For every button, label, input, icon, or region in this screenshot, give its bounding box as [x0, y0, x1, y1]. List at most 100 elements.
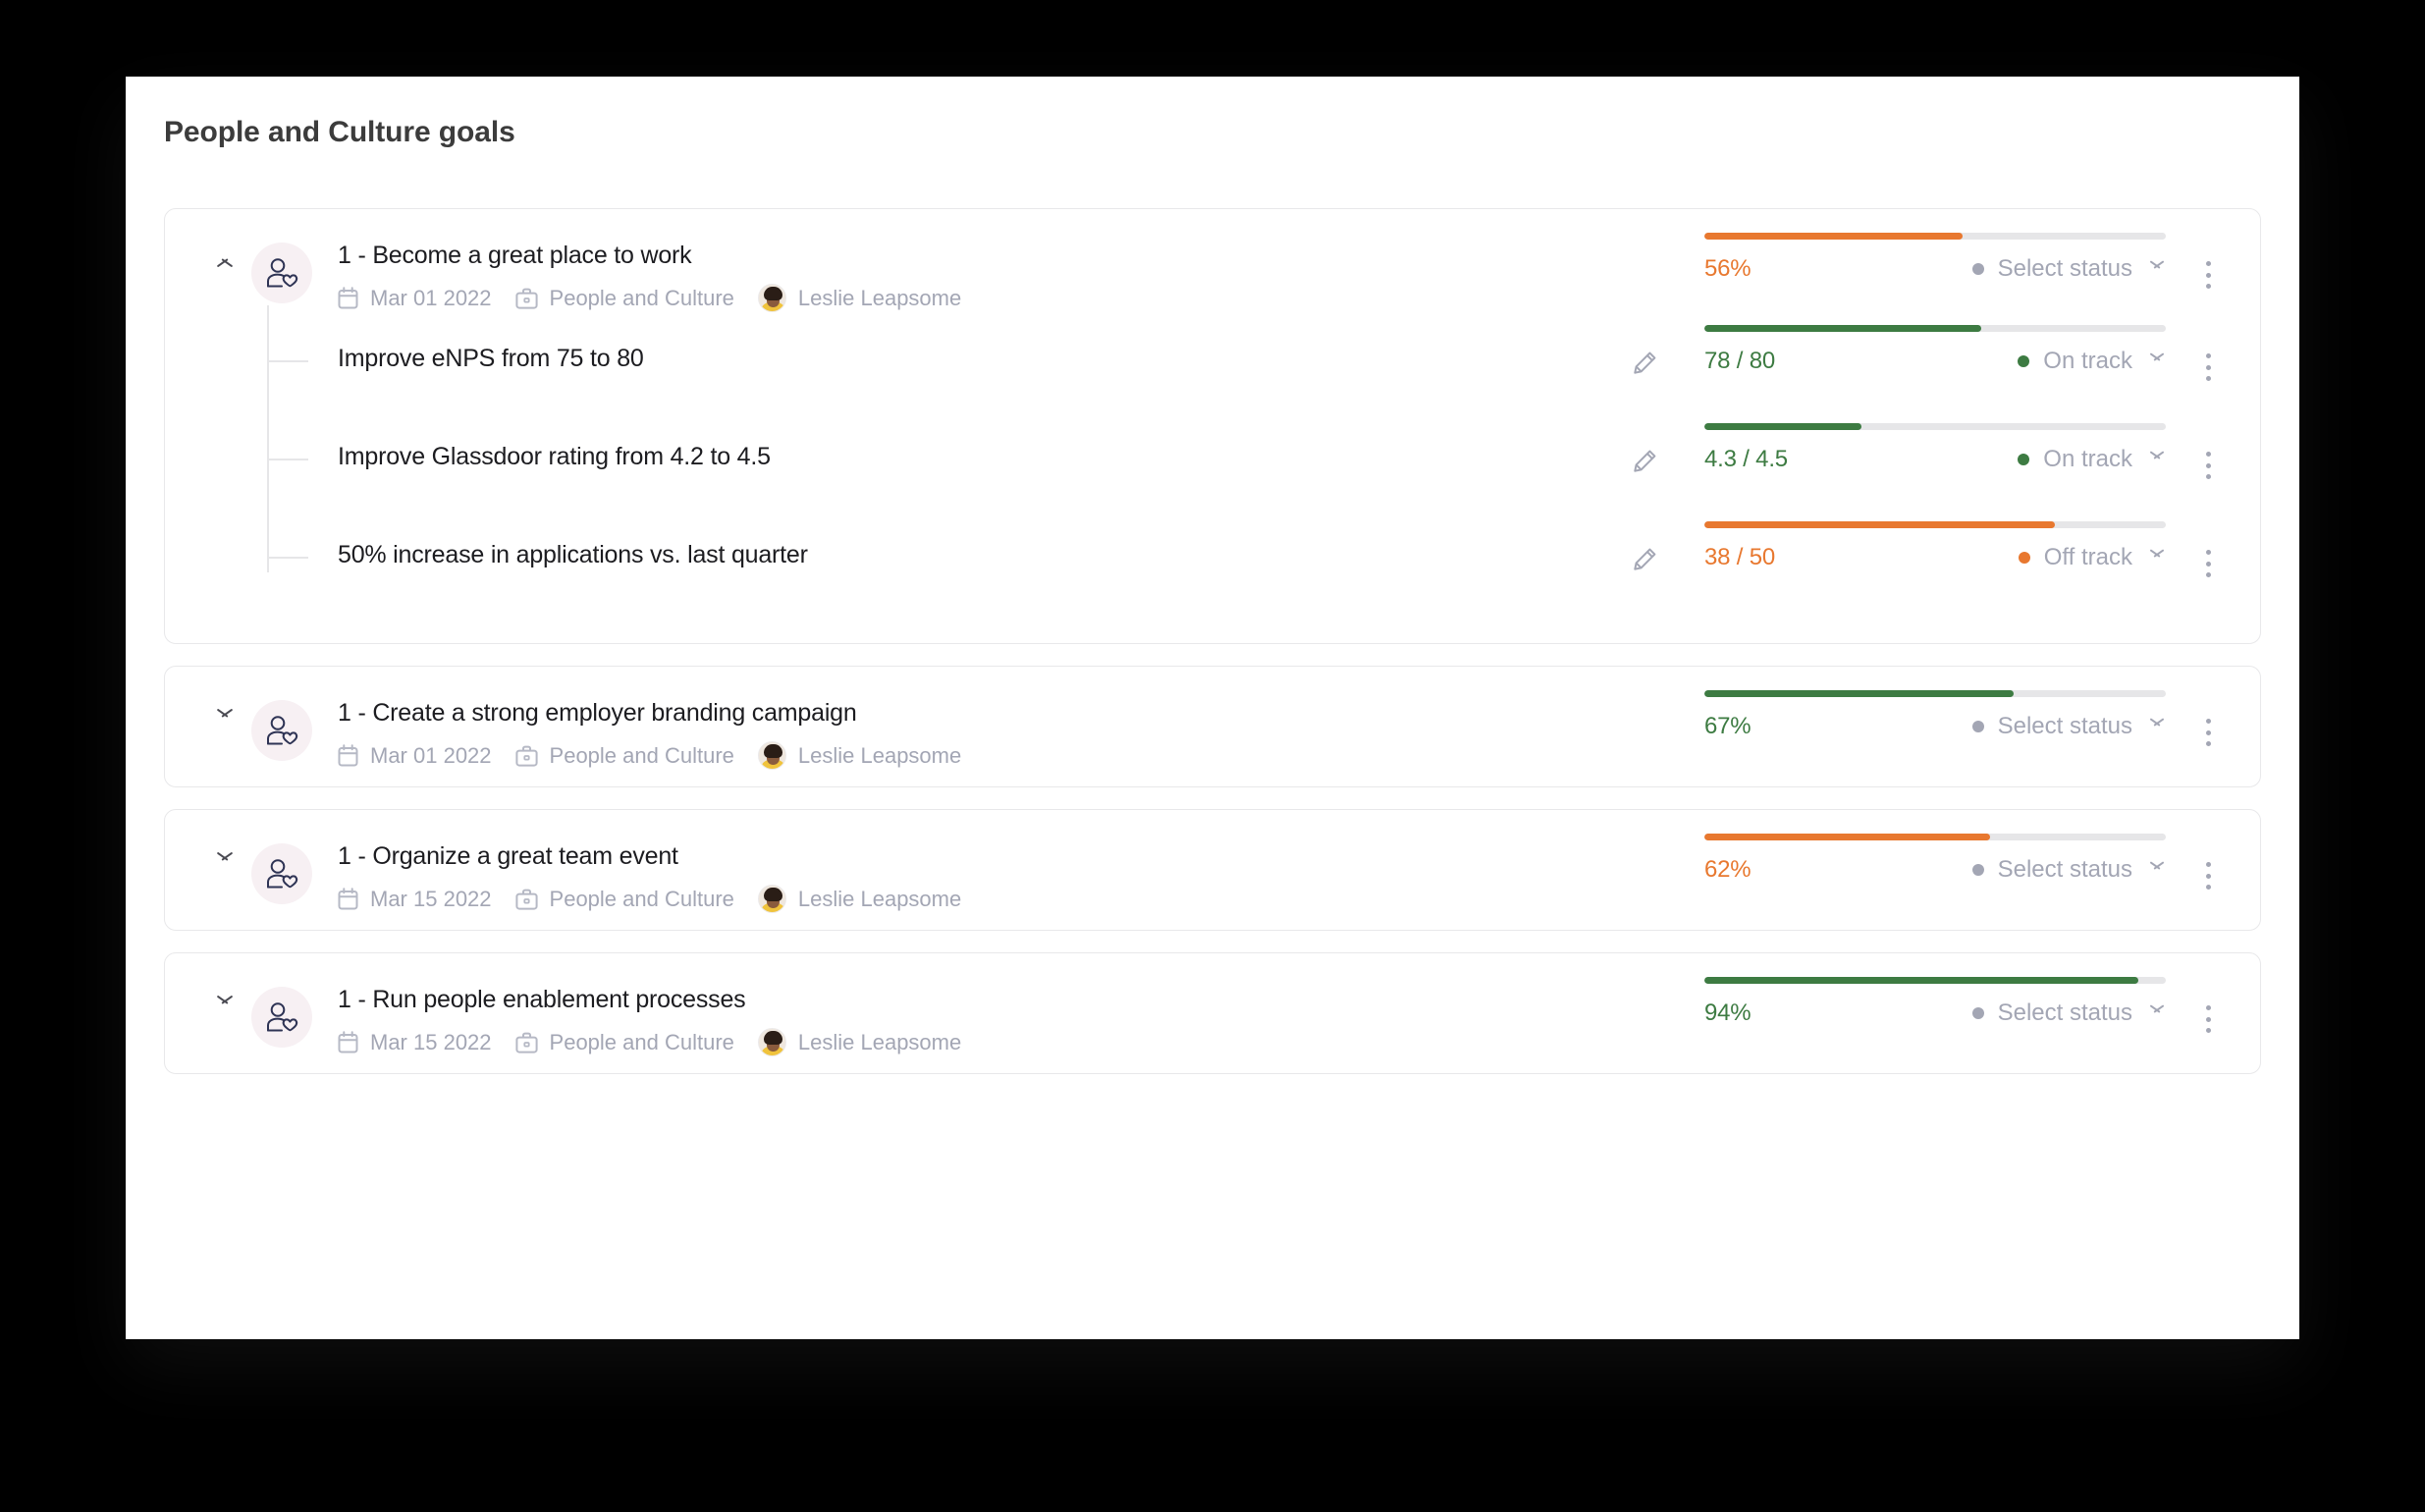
goal-progress-block: 67% Select status — [1704, 690, 2166, 740]
person-heart-icon — [251, 243, 312, 303]
subgoal-progress-block: 78 / 80 On track — [1704, 325, 2166, 375]
kebab-dot — [2205, 1016, 2211, 1022]
goal-team: People and Culture — [514, 886, 734, 912]
goal-due-date: Mar 01 2022 — [338, 743, 492, 769]
tree-branch — [267, 459, 308, 460]
status-dropdown[interactable]: Select status — [1971, 999, 2166, 1027]
status-dropdown[interactable]: Off track — [2018, 544, 2166, 571]
progress-bar — [1704, 521, 2166, 528]
calendar-icon — [338, 287, 358, 309]
goal-team-label: People and Culture — [549, 285, 734, 310]
progress-bar-fill — [1704, 423, 1861, 430]
progress-value: 62% — [1704, 856, 1751, 883]
kebab-dot — [2205, 353, 2211, 358]
goal-meta: Mar 01 2022 People and Culture Leslie Le… — [338, 741, 2260, 770]
kebab-dot — [2205, 561, 2211, 567]
status-dropdown[interactable]: Select status — [1971, 713, 2166, 740]
status-dot-icon — [1971, 864, 1984, 876]
subgoal-title: Improve eNPS from 75 to 80 — [338, 345, 644, 372]
briefcase-icon — [514, 288, 538, 309]
goal-header-row: 1 - Create a strong employer branding ca… — [165, 667, 2260, 786]
goal-expand-toggle-3[interactable] — [198, 983, 251, 1010]
edit-pencil-icon[interactable] — [1630, 349, 1659, 383]
goal-card[interactable]: 1 - Organize a great team event Mar 15 2… — [164, 809, 2261, 931]
progress-bar-fill — [1704, 690, 2014, 697]
goal-team: People and Culture — [514, 1029, 734, 1055]
progress-bar — [1704, 233, 2166, 240]
subgoal-more-menu-button[interactable] — [2195, 449, 2221, 482]
goal-expand-toggle-0[interactable] — [198, 239, 251, 266]
goal-header-row: 1 - Run people enablement processes Mar … — [165, 953, 2260, 1073]
subgoal-more-menu-button[interactable] — [2195, 547, 2221, 580]
kebab-dot — [2205, 364, 2211, 370]
chevron-down-icon — [2148, 455, 2166, 465]
goal-more-menu-button[interactable] — [2195, 258, 2221, 292]
subgoal-row[interactable]: Improve Glassdoor rating from 4.2 to 4.5… — [165, 421, 2260, 519]
goal-team-label: People and Culture — [549, 1029, 734, 1054]
chevron-up-icon — [215, 254, 235, 266]
status-dropdown[interactable]: On track — [2018, 348, 2166, 375]
edit-pencil-icon[interactable] — [1630, 447, 1659, 481]
goal-owner-label: Leslie Leapsome — [797, 1029, 962, 1054]
goal-meta: Mar 01 2022 People and Culture Leslie Le… — [338, 284, 2260, 312]
subgoal-row[interactable]: Improve eNPS from 75 to 80 78 / 80 On tr… — [165, 323, 2260, 421]
status-dot-icon — [1971, 721, 1984, 732]
subgoal-list: Improve eNPS from 75 to 80 78 / 80 On tr… — [165, 305, 2260, 643]
kebab-dot — [2205, 462, 2211, 468]
subgoal-row[interactable]: 50% increase in applications vs. last qu… — [165, 519, 2260, 618]
subgoal-progress-block: 38 / 50 Off track — [1704, 521, 2166, 571]
goals-panel: People and Culture goals 1 - Become a gr… — [126, 77, 2299, 1339]
status-dot-icon — [1971, 263, 1984, 275]
status-label: Off track — [2043, 544, 2132, 570]
chevron-down-icon — [2148, 865, 2166, 876]
progress-bar — [1704, 690, 2166, 697]
goal-owner: Leslie Leapsome — [757, 741, 961, 770]
goal-more-menu-button[interactable] — [2195, 1002, 2221, 1036]
status-dropdown[interactable]: Select status — [1971, 856, 2166, 884]
chevron-down-icon — [2148, 264, 2166, 275]
goal-expand-toggle-2[interactable] — [198, 839, 251, 867]
avatar — [757, 885, 786, 913]
status-dot-icon — [2018, 454, 2030, 465]
chevron-down-icon — [215, 712, 235, 724]
status-label: Select status — [1997, 856, 2132, 883]
status-dropdown[interactable]: Select status — [1971, 255, 2166, 283]
subgoal-more-menu-button[interactable] — [2195, 351, 2221, 384]
kebab-dot — [2205, 862, 2211, 867]
goal-due-date-label: Mar 15 2022 — [370, 886, 492, 911]
chevron-down-icon — [2148, 722, 2166, 732]
goal-progress-block: 62% Select status — [1704, 834, 2166, 884]
kebab-dot — [2205, 729, 2211, 735]
edit-pencil-icon[interactable] — [1630, 545, 1659, 579]
status-dropdown[interactable]: On track — [2018, 446, 2166, 473]
goal-card[interactable]: 1 - Run people enablement processes Mar … — [164, 952, 2261, 1074]
progress-bar-fill — [1704, 233, 1964, 240]
person-heart-icon — [251, 843, 312, 904]
kebab-dot — [2205, 873, 2211, 879]
goal-list: 1 - Become a great place to work Mar 01 … — [164, 208, 2261, 1096]
chevron-down-icon — [215, 999, 235, 1010]
kebab-dot — [2205, 741, 2211, 746]
goal-team-label: People and Culture — [549, 886, 734, 911]
goal-expand-toggle-1[interactable] — [198, 696, 251, 724]
goal-owner-label: Leslie Leapsome — [797, 886, 962, 911]
goal-card[interactable]: 1 - Create a strong employer branding ca… — [164, 666, 2261, 787]
goal-owner: Leslie Leapsome — [757, 1028, 962, 1056]
progress-line: 38 / 50 Off track — [1704, 544, 2166, 571]
goal-due-date: Mar 15 2022 — [338, 1030, 492, 1055]
kebab-dot — [2205, 1028, 2211, 1033]
progress-line: 78 / 80 On track — [1704, 348, 2166, 375]
avatar — [757, 741, 786, 770]
tree-branch — [267, 557, 308, 559]
chevron-down-icon — [2148, 553, 2166, 564]
subgoal-title: 50% increase in applications vs. last qu… — [338, 541, 808, 568]
goal-owner: Leslie Leapsome — [757, 885, 962, 913]
goal-due-date-label: Mar 01 2022 — [370, 285, 492, 310]
goal-more-menu-button[interactable] — [2195, 859, 2221, 892]
goal-card[interactable]: 1 - Become a great place to work Mar 01 … — [164, 208, 2261, 644]
goal-progress-block: 56% Select status — [1704, 233, 2166, 283]
subgoal-value: 38 / 50 — [1704, 544, 1775, 570]
progress-bar-fill — [1704, 977, 2138, 984]
briefcase-icon — [514, 889, 538, 910]
goal-more-menu-button[interactable] — [2195, 716, 2221, 749]
